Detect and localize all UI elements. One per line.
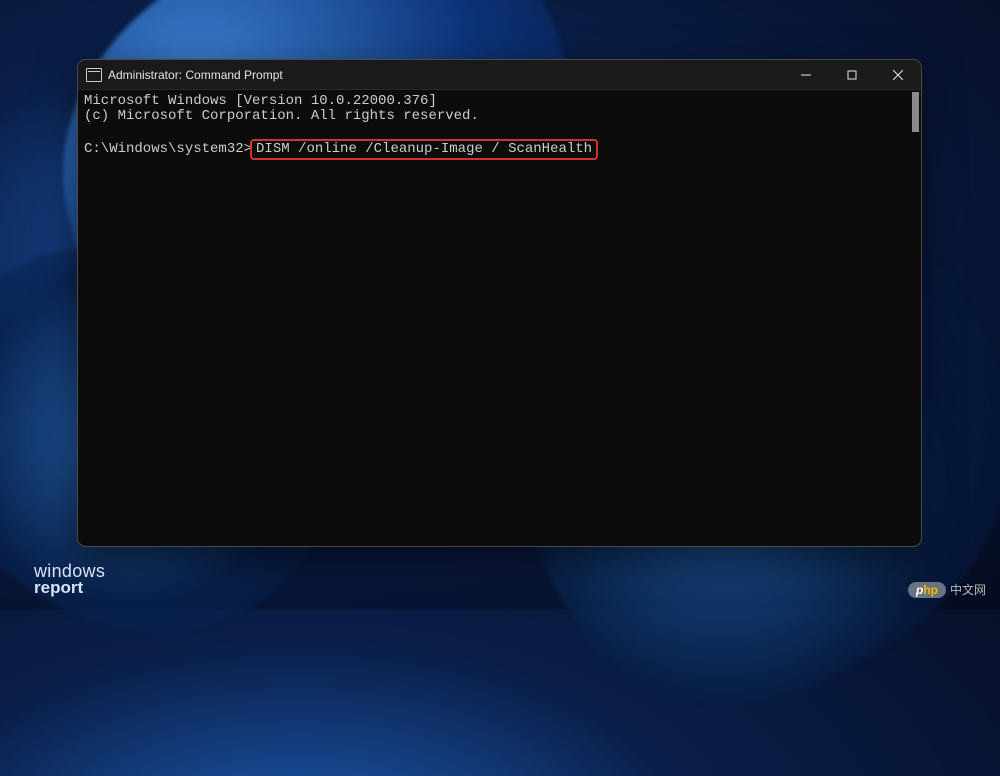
close-icon (893, 70, 903, 80)
badge-hp: hp (923, 583, 938, 597)
scrollbar-thumb[interactable] (912, 92, 919, 132)
php-badge: php (908, 582, 946, 598)
terminal-command: DISM /online /Cleanup-Image / ScanHealth (256, 141, 592, 157)
terminal-output-line: (c) Microsoft Corporation. All rights re… (84, 109, 915, 124)
terminal-output-line: Microsoft Windows [Version 10.0.22000.37… (84, 94, 915, 109)
watermark-line2: report (34, 580, 105, 596)
watermark-php-cn: php 中文网 (908, 581, 986, 598)
watermark-windowsreport: windows report (34, 563, 105, 596)
maximize-button[interactable] (829, 60, 875, 89)
close-button[interactable] (875, 60, 921, 89)
terminal-body[interactable]: Microsoft Windows [Version 10.0.22000.37… (78, 90, 921, 546)
maximize-icon (847, 70, 857, 80)
window-title: Administrator: Command Prompt (108, 68, 783, 82)
command-prompt-window: Administrator: Command Prompt Microsoft … (77, 59, 922, 547)
minimize-icon (801, 70, 811, 80)
terminal-prompt-row: C:\Windows\system32> DISM /online /Cleanu… (84, 139, 915, 160)
cn-text: 中文网 (950, 581, 986, 598)
titlebar[interactable]: Administrator: Command Prompt (78, 60, 921, 90)
minimize-button[interactable] (783, 60, 829, 89)
window-controls (783, 60, 921, 89)
terminal-prompt-path: C:\Windows\system32> (84, 142, 252, 157)
command-highlight: DISM /online /Cleanup-Image / ScanHealth (250, 139, 598, 160)
cmd-icon (86, 68, 102, 82)
